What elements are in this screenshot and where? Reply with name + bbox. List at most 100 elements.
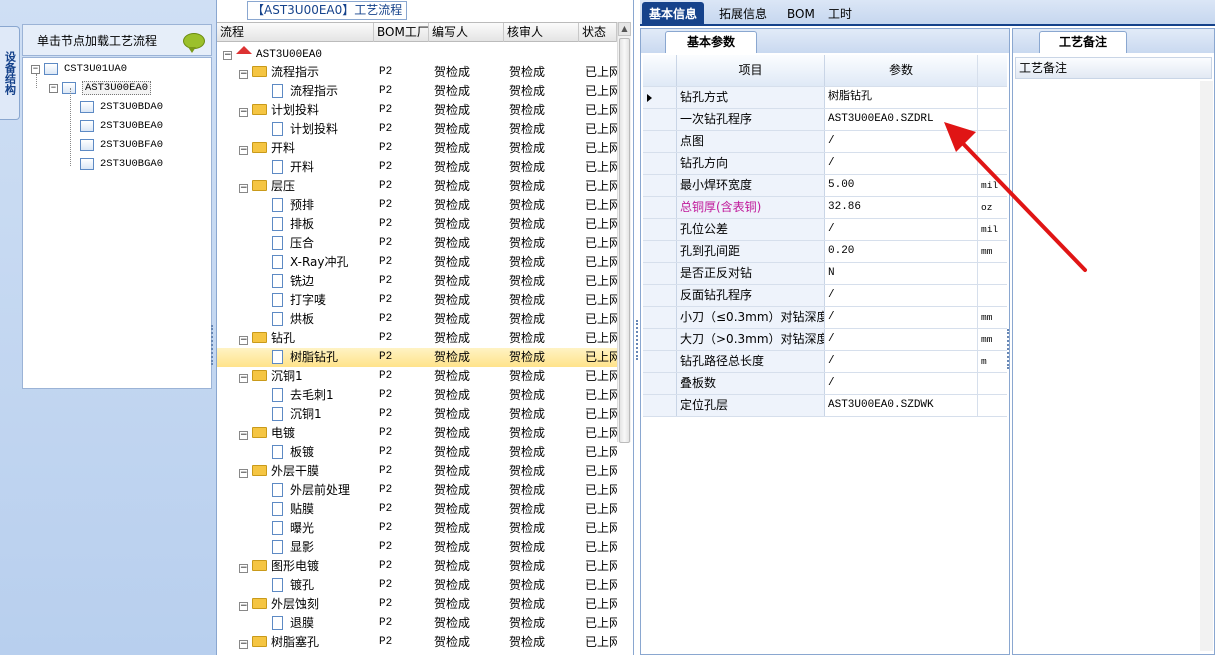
param-row[interactable]: 孔位公差 / mil [643, 219, 1007, 241]
row-selector[interactable] [643, 109, 677, 130]
device-structure-vertical-tab[interactable]: 设备结构 [0, 26, 20, 120]
row-selector[interactable] [643, 241, 677, 262]
process-step-row[interactable]: 曝光 P2 贺检成 贺检成 已上网 [217, 519, 617, 538]
process-group-row[interactable]: − 计划投料 P2 贺检成 贺检成 已上网 [217, 101, 617, 120]
process-step-row[interactable]: 贴膜 P2 贺检成 贺检成 已上网 [217, 500, 617, 519]
process-group-row[interactable]: − 外层蚀刻 P2 贺检成 贺检成 已上网 [217, 595, 617, 614]
col-header-param[interactable]: 参数 [825, 55, 978, 86]
param-value[interactable]: 32.86 [825, 197, 978, 218]
col-header-bom[interactable]: BOM工厂 [374, 23, 429, 42]
col-header-status[interactable]: 状态 [579, 23, 617, 42]
device-tree-node[interactable]: − CST3U01UA0 [31, 60, 127, 78]
tab-bom[interactable]: BOM [780, 2, 822, 26]
collapse-icon[interactable]: − [239, 469, 248, 478]
process-step-row[interactable]: 树脂钻孔 P2 贺检成 贺检成 已上网 [217, 348, 617, 367]
process-group-row[interactable]: − 外层干膜 P2 贺检成 贺检成 已上网 [217, 462, 617, 481]
col-header-item[interactable]: 项目 [677, 55, 825, 86]
device-tree-node[interactable]: 2ST3U0BEA0 [67, 117, 163, 135]
row-selector[interactable] [643, 219, 677, 240]
notes-scrollbar[interactable] [1200, 81, 1213, 651]
collapse-icon[interactable]: − [239, 431, 248, 440]
process-vertical-scrollbar[interactable]: ▲ [617, 22, 631, 443]
process-group-row[interactable]: − 流程指示 P2 贺检成 贺检成 已上网 [217, 63, 617, 82]
row-selector[interactable] [643, 153, 677, 174]
process-step-row[interactable]: 退膜 P2 贺检成 贺检成 已上网 [217, 614, 617, 633]
tab-process-notes[interactable]: 工艺备注 [1039, 31, 1127, 53]
device-tree-node[interactable]: 2ST3U0BDA0 [67, 98, 163, 116]
tab-extended-info[interactable]: 拓展信息 [712, 2, 774, 26]
collapse-icon[interactable]: − [239, 564, 248, 573]
param-value[interactable]: / [825, 351, 978, 372]
row-selector[interactable] [643, 87, 677, 108]
param-value[interactable]: 0.20 [825, 241, 978, 262]
param-value[interactable]: N [825, 263, 978, 284]
row-selector[interactable] [643, 373, 677, 394]
collapse-icon[interactable]: − [239, 70, 248, 79]
process-group-row[interactable]: − 钻孔 P2 贺检成 贺检成 已上网 [217, 329, 617, 348]
process-group-row[interactable]: − 沉铜1 P2 贺检成 贺检成 已上网 [217, 367, 617, 386]
process-group-row[interactable]: − 图形电镀 P2 贺检成 贺检成 已上网 [217, 557, 617, 576]
process-step-row[interactable]: 排板 P2 贺检成 贺检成 已上网 [217, 215, 617, 234]
param-value[interactable]: 树脂钻孔 [825, 87, 978, 108]
param-value[interactable]: / [825, 329, 978, 350]
row-selector[interactable] [643, 197, 677, 218]
param-row[interactable]: 小刀（≤0.3mm）对钻深度 / mm [643, 307, 1007, 329]
param-row[interactable]: 钻孔方向 / [643, 153, 1007, 175]
process-step-row[interactable]: 镀孔 P2 贺检成 贺检成 已上网 [217, 576, 617, 595]
process-group-row[interactable]: − 开料 P2 贺检成 贺检成 已上网 [217, 139, 617, 158]
process-group-row[interactable]: − 树脂塞孔 P2 贺检成 贺检成 已上网 [217, 633, 617, 652]
collapse-icon[interactable]: − [31, 64, 40, 74]
row-selector[interactable] [643, 307, 677, 328]
collapse-icon[interactable]: − [239, 108, 248, 117]
collapse-icon[interactable]: − [239, 336, 248, 345]
process-step-row[interactable]: 流程指示 P2 贺检成 贺检成 已上网 [217, 82, 617, 101]
param-value[interactable]: / [825, 219, 978, 240]
param-value[interactable]: AST3U00EA0.SZDRL [825, 109, 978, 130]
param-value[interactable]: 5.00 [825, 175, 978, 196]
param-value[interactable]: / [825, 307, 978, 328]
row-selector[interactable] [643, 263, 677, 284]
tab-basic-params[interactable]: 基本参数 [665, 31, 757, 53]
collapse-icon[interactable]: − [239, 374, 248, 383]
device-tree-node[interactable]: − AST3U00EA0 [49, 79, 152, 97]
param-row[interactable]: 最小焊环宽度 5.00 mil [643, 175, 1007, 197]
process-step-row[interactable]: 压合 P2 贺检成 贺检成 已上网 [217, 234, 617, 253]
col-header-writer[interactable]: 编写人 [429, 23, 504, 42]
tab-work-hours[interactable]: 工时 [821, 2, 859, 26]
param-row[interactable]: 钻孔方式 树脂钻孔 [643, 87, 1007, 109]
scroll-thumb[interactable] [619, 38, 630, 443]
process-step-row[interactable]: 铣边 P2 贺检成 贺检成 已上网 [217, 272, 617, 291]
param-row[interactable]: 总铜厚(含表铜) 32.86 oz [643, 197, 1007, 219]
param-row[interactable]: 点图 / [643, 131, 1007, 153]
row-selector[interactable] [643, 351, 677, 372]
process-step-row[interactable]: 沉铜1 P2 贺检成 贺检成 已上网 [217, 405, 617, 424]
process-step-row[interactable]: 烘板 P2 贺检成 贺检成 已上网 [217, 310, 617, 329]
collapse-icon[interactable]: − [49, 83, 58, 93]
collapse-icon[interactable]: − [239, 602, 248, 611]
tree-root-row[interactable]: − AST3U00EA0 [217, 44, 617, 63]
row-selector[interactable] [643, 329, 677, 350]
row-selector[interactable] [643, 285, 677, 306]
process-step-row[interactable]: 显影 P2 贺检成 贺检成 已上网 [217, 538, 617, 557]
process-step-row[interactable]: 打字唛 P2 贺检成 贺检成 已上网 [217, 291, 617, 310]
param-row[interactable]: 钻孔路径总长度 / m [643, 351, 1007, 373]
process-step-row[interactable]: 去毛刺1 P2 贺检成 贺检成 已上网 [217, 386, 617, 405]
tab-basic-info[interactable]: 基本信息 [642, 2, 705, 26]
row-selector[interactable] [643, 395, 677, 416]
param-value[interactable]: / [825, 285, 978, 306]
device-tree-node[interactable]: 2ST3U0BFA0 [67, 136, 163, 154]
param-row[interactable]: 是否正反对钻 N [643, 263, 1007, 285]
param-value[interactable]: / [825, 153, 978, 174]
param-value[interactable]: / [825, 131, 978, 152]
param-row[interactable]: 反面钻孔程序 / [643, 285, 1007, 307]
process-step-row[interactable]: X-Ray冲孔 P2 贺检成 贺检成 已上网 [217, 253, 617, 272]
process-group-row[interactable]: − 层压 P2 贺检成 贺检成 已上网 [217, 177, 617, 196]
collapse-icon[interactable]: − [239, 640, 248, 649]
process-group-row[interactable]: − 电镀 P2 贺检成 贺检成 已上网 [217, 424, 617, 443]
col-header-checker[interactable]: 核审人 [504, 23, 579, 42]
param-row[interactable]: 定位孔层 AST3U00EA0.SZDWK [643, 395, 1007, 417]
param-value[interactable]: / [825, 373, 978, 394]
col-header-flow[interactable]: 流程 [217, 23, 374, 42]
param-row[interactable]: 叠板数 / [643, 373, 1007, 395]
process-step-row[interactable]: 板镀 P2 贺检成 贺检成 已上网 [217, 443, 617, 462]
